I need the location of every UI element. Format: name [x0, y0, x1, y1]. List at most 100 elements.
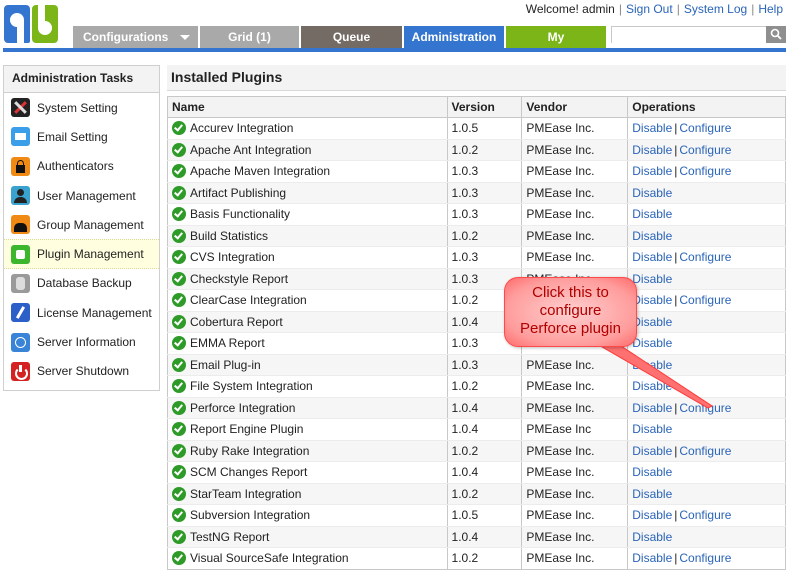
sidebar-item-email-setting[interactable]: Email Setting [4, 122, 159, 151]
search-button[interactable] [766, 26, 786, 43]
plugin-operations: Disable [627, 225, 786, 247]
disable-link[interactable]: Disable [632, 336, 672, 350]
plugin-name-cell: TestNG Report [167, 526, 448, 548]
plugin-name-cell: Visual SourceSafe Integration [167, 547, 448, 570]
sidebar-item-server-shutdown[interactable]: Server Shutdown [4, 357, 159, 386]
plugin-name: Report Engine Plugin [190, 422, 304, 437]
plugin-operations: Disable | Configure [627, 547, 786, 570]
tab-administration[interactable]: Administration [404, 26, 504, 48]
disable-link[interactable]: Disable [632, 272, 672, 286]
configure-link[interactable]: Configure [679, 401, 731, 415]
chevron-down-icon[interactable] [180, 35, 190, 40]
separator: | [674, 121, 678, 136]
plugin-operations: Disable [627, 203, 786, 226]
sidebar-item-authenticators[interactable]: Authenticators [4, 152, 159, 181]
configure-link[interactable]: Configure [679, 444, 731, 458]
tab-label: Grid (1) [228, 30, 271, 44]
sidebar-item-user-management[interactable]: User Management [4, 181, 159, 210]
disable-link[interactable]: Disable [632, 401, 672, 415]
configure-link[interactable]: Configure [679, 551, 731, 565]
tab-my[interactable]: My [506, 26, 606, 48]
enabled-check-icon [172, 250, 186, 265]
help-link[interactable]: Help [758, 2, 783, 16]
separator: | [674, 508, 678, 523]
disable-link[interactable]: Disable [632, 143, 672, 157]
enabled-check-icon [172, 551, 186, 566]
plugin-version: 1.0.2 [446, 547, 523, 570]
disable-link[interactable]: Disable [632, 530, 672, 544]
sidebar-item-server-information[interactable]: Server Information [4, 327, 159, 356]
system-log-link[interactable]: System Log [684, 2, 747, 16]
sidebar-item-group-management[interactable]: Group Management [4, 210, 159, 239]
plugin-operations: Disable [627, 268, 786, 290]
configure-link[interactable]: Configure [679, 143, 731, 157]
column-header-operations: Operations [627, 96, 786, 118]
plugin-vendor: PMEase Inc. [521, 504, 629, 527]
disable-link[interactable]: Disable [632, 293, 672, 307]
qb-logo[interactable] [4, 4, 58, 44]
configure-link[interactable]: Configure [679, 508, 731, 522]
configure-link[interactable]: Configure [679, 121, 731, 135]
tab-configurations[interactable]: Configurations [73, 26, 198, 48]
disable-link[interactable]: Disable [632, 379, 672, 393]
plugin-version: 1.0.2 [446, 225, 523, 247]
plugin-name-cell: Basis Functionality [167, 203, 448, 226]
power-icon [11, 361, 30, 381]
tab-grid[interactable]: Grid (1) [200, 26, 299, 48]
disable-link[interactable]: Disable [632, 465, 672, 479]
disable-link[interactable]: Disable [632, 315, 672, 329]
disable-link[interactable]: Disable [632, 121, 672, 135]
plugin-name: Apache Ant Integration [190, 142, 312, 157]
sign-out-link[interactable]: Sign Out [626, 2, 673, 16]
plugin-name: Build Statistics [190, 228, 269, 243]
sidebar-item-plugin-management[interactable]: Plugin Management [4, 239, 159, 269]
sidebar-item-system-setting[interactable]: System Setting [4, 93, 159, 122]
disable-link[interactable]: Disable [632, 487, 672, 501]
plugin-name: Email Plug-in [190, 357, 261, 372]
disable-link[interactable]: Disable [632, 186, 672, 200]
search-input[interactable] [612, 27, 767, 43]
plugin-operations: Disable [627, 332, 786, 355]
disable-link[interactable]: Disable [632, 444, 672, 458]
disable-link[interactable]: Disable [632, 164, 672, 178]
disable-link[interactable]: Disable [632, 250, 672, 264]
disable-link[interactable]: Disable [632, 207, 672, 221]
plugin-name: Subversion Integration [190, 508, 311, 523]
logo-b-mark [32, 5, 58, 43]
plugin-vendor: PMEase Inc. [521, 375, 629, 398]
plugin-name: Ruby Rake Integration [190, 443, 310, 458]
plugin-version: 1.0.2 [446, 440, 523, 462]
configure-link[interactable]: Configure [679, 250, 731, 264]
tools-icon [11, 98, 30, 118]
plugin-name: Artifact Publishing [190, 185, 287, 200]
disable-link[interactable]: Disable [632, 551, 672, 565]
plugin-version: 1.0.5 [446, 504, 523, 527]
disable-link[interactable]: Disable [632, 422, 672, 436]
email-icon [11, 127, 30, 147]
plugin-vendor: PMEase Inc. [521, 526, 629, 548]
sidebar-item-label: User Management [37, 188, 136, 203]
plugin-name-cell: EMMA Report [167, 332, 448, 355]
separator: | [674, 164, 678, 179]
enabled-check-icon [172, 400, 186, 415]
sidebar-item-database-backup[interactable]: Database Backup [4, 269, 159, 298]
plugin-operations: Disable [627, 483, 786, 505]
plugin-version: 1.0.4 [446, 526, 523, 548]
sidebar-item-label: Authenticators [37, 159, 114, 174]
configure-link[interactable]: Configure [679, 164, 731, 178]
plugin-name-cell: CVS Integration [167, 246, 448, 269]
table-row: Build Statistics 1.0.2 PMEase Inc. Disable [167, 225, 786, 247]
tab-queue[interactable]: Queue [301, 26, 402, 48]
table-row: Email Plug-in 1.0.3 PMEase Inc. Disable [167, 354, 786, 376]
plugin-version: 1.0.2 [446, 139, 523, 161]
disable-link[interactable]: Disable [632, 229, 672, 243]
plugin-name-cell: Artifact Publishing [167, 182, 448, 204]
plugin-name: EMMA Report [190, 336, 265, 351]
plugin-name: Cobertura Report [190, 314, 283, 329]
configure-link[interactable]: Configure [679, 293, 731, 307]
plugin-version: 1.0.4 [446, 397, 523, 419]
plugin-version: 1.0.2 [446, 375, 523, 398]
disable-link[interactable]: Disable [632, 358, 672, 372]
disable-link[interactable]: Disable [632, 508, 672, 522]
sidebar-item-license-management[interactable]: License Management [4, 298, 159, 327]
